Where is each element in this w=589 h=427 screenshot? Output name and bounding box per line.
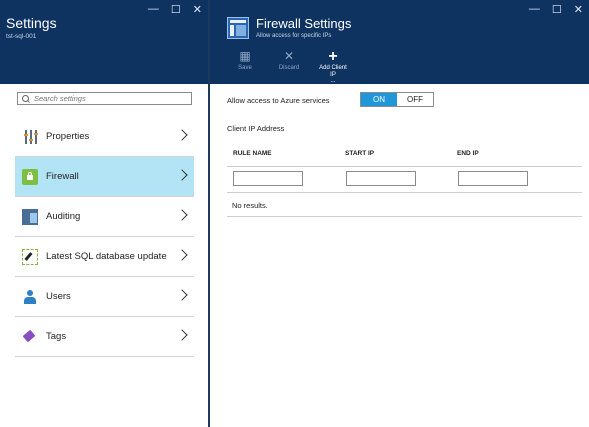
menu-item-label: Auditing — [46, 211, 81, 222]
menu-item-properties[interactable]: Properties — [15, 117, 194, 157]
chevron-right-icon — [176, 129, 188, 141]
chevron-right-icon — [176, 249, 188, 261]
add-client-ip-button[interactable]: + Add Client IP ... — [318, 48, 348, 85]
allow-azure-label: Allow access to Azure services — [227, 96, 330, 105]
menu-item-label: Latest SQL database update — [46, 251, 167, 262]
more-icon: ... — [330, 78, 336, 84]
close-icon[interactable]: ✕ — [574, 3, 583, 16]
chevron-right-icon — [176, 169, 188, 181]
column-header-start-ip: START IP — [345, 150, 375, 157]
menu-item-auditing[interactable]: Auditing — [15, 197, 194, 237]
toggle-off-option[interactable]: OFF — [397, 93, 433, 106]
discard-icon: ✕ — [283, 49, 295, 63]
search-icon — [22, 94, 30, 103]
tag-icon — [22, 329, 38, 345]
menu-item-label: Users — [46, 291, 71, 302]
settings-menu: Properties Firewall Auditing Latest SQL … — [15, 117, 194, 357]
menu-item-label: Firewall — [46, 171, 79, 182]
blade-subtitle: tst-sql-001 — [6, 33, 37, 40]
menu-item-firewall[interactable]: Firewall — [15, 157, 194, 197]
firewall-settings-icon — [227, 17, 249, 39]
menu-item-label: Tags — [46, 331, 67, 342]
no-results-text: No results. — [232, 201, 268, 210]
save-button[interactable]: ▦ Save — [230, 50, 260, 84]
window-controls: — ☐ ✕ — [529, 3, 583, 16]
column-header-end-ip: END IP — [457, 150, 479, 157]
toggle-on-option[interactable]: ON — [361, 93, 397, 106]
chevron-right-icon — [176, 289, 188, 301]
menu-item-latest-update[interactable]: Latest SQL database update — [15, 237, 194, 277]
close-icon[interactable]: ✕ — [193, 3, 202, 16]
firewall-blade: Firewall Settings Allow access for speci… — [210, 0, 589, 427]
command-bar: ▦ Save ✕ Discard + Add Client IP ... — [230, 48, 348, 85]
search-box[interactable] — [17, 92, 192, 105]
settings-blade: Settings tst-sql-001 — ☐ ✕ Properties Fi… — [0, 0, 208, 427]
minimize-icon[interactable]: — — [529, 3, 540, 16]
column-header-rule-name: RULE NAME — [233, 150, 272, 157]
menu-item-tags[interactable]: Tags — [15, 317, 194, 357]
save-label: Save — [238, 65, 252, 71]
blade-title: Settings — [6, 15, 57, 31]
blade-subtitle: Allow access for specific IPs — [256, 33, 332, 39]
add-client-ip-label: Add Client IP — [319, 65, 347, 78]
allow-azure-toggle[interactable]: ON OFF — [360, 92, 434, 107]
settings-header: Settings tst-sql-001 — ☐ ✕ — [0, 0, 208, 84]
discard-label: Discard — [278, 65, 300, 71]
rule-name-input[interactable] — [233, 171, 303, 186]
table-header: RULE NAME START IP END IP — [227, 142, 582, 167]
properties-icon — [22, 129, 38, 145]
maximize-icon[interactable]: ☐ — [552, 3, 562, 16]
menu-item-label: Properties — [46, 131, 90, 142]
start-ip-input[interactable] — [346, 171, 416, 186]
chevron-right-icon — [176, 209, 188, 221]
firewall-header: Firewall Settings Allow access for speci… — [210, 0, 589, 84]
discard-button[interactable]: ✕ Discard — [274, 50, 304, 84]
new-rule-row — [227, 167, 582, 193]
firewall-icon — [22, 168, 38, 185]
plus-icon: + — [328, 48, 338, 65]
client-ip-label: Client IP Address — [227, 124, 285, 133]
minimize-icon[interactable]: — — [148, 3, 159, 16]
auditing-icon — [22, 208, 38, 225]
search-input[interactable] — [34, 94, 184, 103]
update-icon — [22, 248, 38, 265]
menu-item-users[interactable]: Users — [15, 277, 194, 317]
users-icon — [22, 289, 38, 305]
chevron-right-icon — [176, 329, 188, 341]
save-icon: ▦ — [239, 49, 251, 63]
firewall-rules-table: RULE NAME START IP END IP No results. — [227, 142, 582, 217]
window-controls: — ☐ ✕ — [148, 3, 202, 16]
end-ip-input[interactable] — [458, 171, 528, 186]
maximize-icon[interactable]: ☐ — [171, 3, 181, 16]
blade-title: Firewall Settings — [256, 16, 352, 31]
empty-state-row: No results. — [227, 193, 582, 217]
